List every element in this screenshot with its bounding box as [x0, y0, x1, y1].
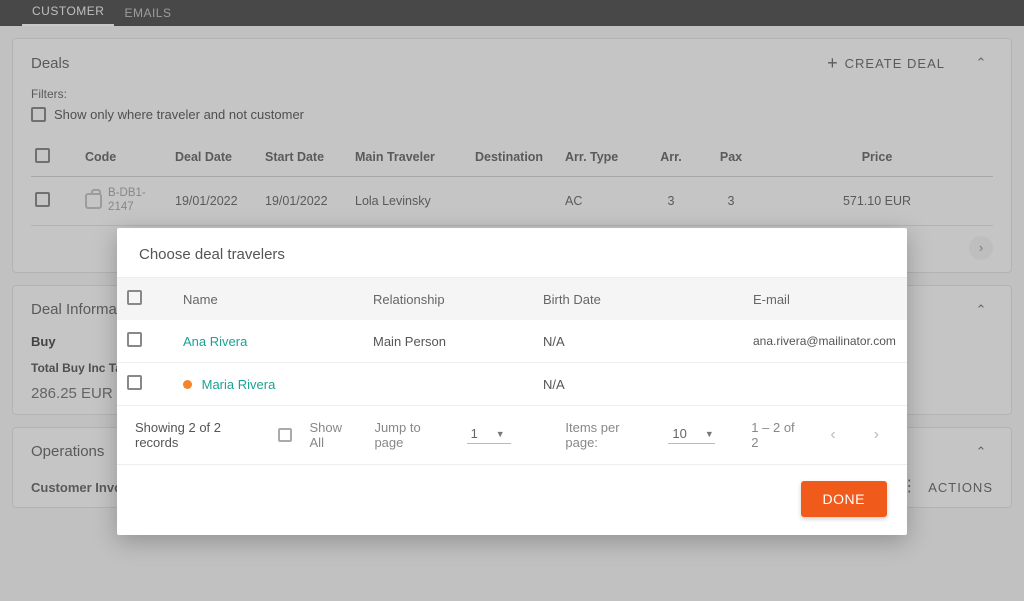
chevron-right-icon: ›: [874, 426, 879, 443]
modal-title: Choose deal travelers: [117, 228, 907, 278]
traveler-relationship: Main Person: [373, 334, 543, 349]
modal-table-row[interactable]: Maria Rivera N/A: [117, 363, 907, 406]
chevron-left-icon: ‹: [830, 426, 835, 443]
modal-col-relationship: Relationship: [373, 292, 543, 307]
modal-scrim[interactable]: Choose deal travelers Name Relationship …: [0, 0, 1024, 601]
modal-table-row[interactable]: Ana Rivera Main Person N/A ana.rivera@ma…: [117, 320, 907, 363]
dropdown-arrow-icon: ▼: [705, 429, 714, 439]
choose-travelers-modal: Choose deal travelers Name Relationship …: [117, 228, 907, 535]
traveler-name-link[interactable]: Ana Rivera: [183, 334, 247, 349]
dropdown-arrow-icon: ▼: [496, 429, 505, 439]
show-all-checkbox[interactable]: [278, 428, 291, 442]
modal-table-header: Name Relationship Birth Date E-mail: [117, 278, 907, 320]
jump-to-page-select[interactable]: 1 ▼: [467, 426, 511, 444]
show-all-label: Show All: [310, 420, 357, 450]
items-per-page-select[interactable]: 10 ▼: [668, 426, 715, 444]
modal-col-email: E-mail: [753, 292, 897, 307]
modal-pagination-bar: Showing 2 of 2 records Show All Jump to …: [117, 406, 907, 465]
prev-page-button[interactable]: ‹: [820, 422, 845, 448]
modal-col-birth: Birth Date: [543, 292, 653, 307]
next-page-button[interactable]: ›: [864, 422, 889, 448]
status-dot-icon: [183, 380, 192, 389]
traveler-row-checkbox[interactable]: [127, 332, 142, 347]
items-per-page-label: Items per page:: [565, 420, 650, 450]
traveler-birth: N/A: [543, 334, 653, 349]
modal-select-all-checkbox[interactable]: [127, 290, 142, 305]
done-button[interactable]: DONE: [801, 481, 887, 517]
traveler-row-checkbox[interactable]: [127, 375, 142, 390]
showing-records-label: Showing 2 of 2 records: [135, 420, 260, 450]
modal-col-name: Name: [183, 292, 373, 307]
jump-to-page-label: Jump to page: [374, 420, 448, 450]
page-range-label: 1 – 2 of 2: [751, 420, 802, 450]
jump-to-page-value: 1: [471, 426, 478, 441]
traveler-birth: N/A: [543, 377, 653, 392]
traveler-email: ana.rivera@mailinator.com: [753, 334, 897, 348]
traveler-name-link[interactable]: Maria Rivera: [202, 377, 276, 392]
items-per-page-value: 10: [672, 426, 686, 441]
